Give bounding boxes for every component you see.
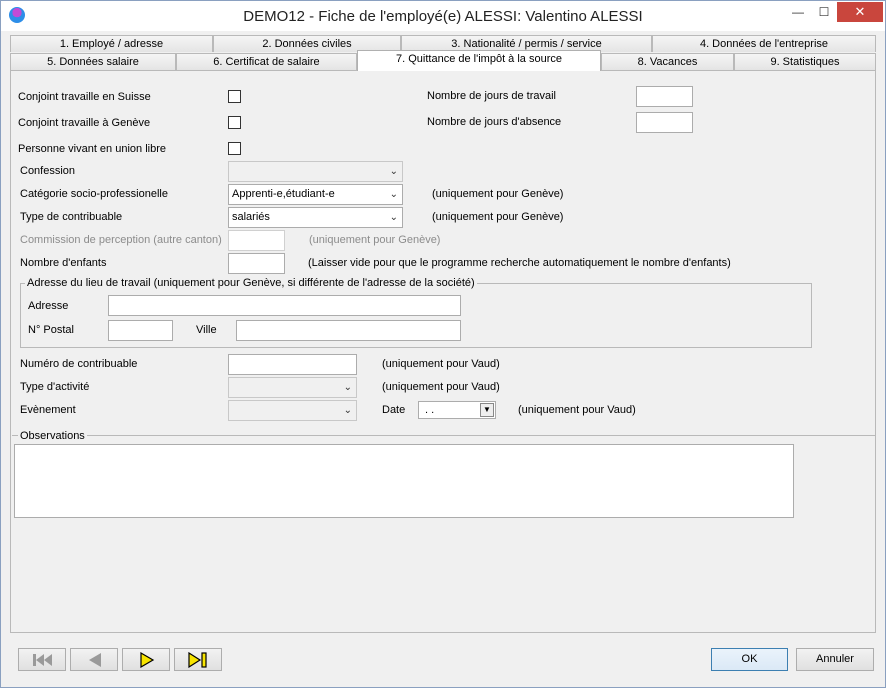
jours-travail-label: Nombre de jours de travail [427, 90, 557, 102]
type-activite-label: Type d'activité [20, 381, 90, 393]
previous-record-icon [89, 653, 101, 667]
observations-label: Observations [18, 430, 87, 442]
type-activite-note: (uniquement pour Vaud) [382, 381, 500, 393]
union-libre-label: Personne vivant en union libre [18, 143, 166, 155]
observations-textarea[interactable] [14, 444, 794, 518]
next-record-icon [140, 652, 155, 668]
application-window: DEMO12 - Fiche de l'employé(e) ALESSI: V… [0, 0, 886, 688]
numero-contribuable-label: Numéro de contribuable [20, 358, 138, 370]
chevron-down-icon: ⌄ [389, 212, 398, 223]
numero-contribuable-note: (uniquement pour Vaud) [382, 358, 500, 370]
nombre-enfants-note: (Laisser vide pour que le programme rech… [308, 257, 731, 269]
date-label: Date [382, 404, 406, 416]
conjoint-geneve-label: Conjoint travaille à Genève [18, 117, 151, 129]
tab-quittance-impot[interactable]: 7. Quittance de l'impôt à la source [357, 50, 601, 71]
conjoint-suisse-label: Conjoint travaille en Suisse [18, 91, 151, 103]
commission-input[interactable] [228, 230, 285, 251]
chevron-down-icon: ⌄ [343, 382, 352, 393]
first-record-button[interactable] [18, 648, 66, 671]
cancel-button[interactable]: Annuler [796, 648, 874, 671]
type-contribuable-label: Type de contribuable [20, 211, 123, 223]
union-libre-checkbox[interactable] [228, 142, 241, 155]
calendar-dropdown-icon[interactable]: ▼ [480, 403, 494, 417]
postal-label: N° Postal [28, 324, 74, 336]
conjoint-geneve-checkbox[interactable] [228, 116, 241, 129]
date-note: (uniquement pour Vaud) [518, 404, 636, 416]
type-contribuable-select[interactable]: salariés ⌄ [228, 207, 403, 228]
chevron-down-icon: ⌄ [389, 189, 398, 200]
chevron-down-icon: ⌄ [389, 166, 398, 177]
categorie-note: (uniquement pour Genève) [432, 188, 564, 200]
evenement-label: Evènement [20, 404, 76, 416]
tab-employe-adresse[interactable]: 1. Employé / adresse [10, 35, 213, 52]
adresse-travail-title: Adresse du lieu de travail (uniquement p… [25, 277, 477, 289]
confession-label: Confession [20, 165, 76, 177]
next-record-button[interactable] [122, 648, 170, 671]
type-activite-select[interactable]: ⌄ [228, 377, 357, 398]
postal-input[interactable] [108, 320, 173, 341]
jours-absence-label: Nombre de jours d'absence [427, 116, 562, 128]
adresse-label: Adresse [28, 300, 69, 312]
type-contribuable-value: salariés [232, 211, 270, 223]
numero-contribuable-input[interactable] [228, 354, 357, 375]
tab-donnees-entreprise[interactable]: 4. Données de l'entreprise [652, 35, 876, 52]
jours-absence-input[interactable] [636, 112, 693, 133]
tab-vacances[interactable]: 8. Vacances [601, 53, 734, 70]
commission-label: Commission de perception (autre canton) [20, 234, 222, 246]
confession-select[interactable]: ⌄ [228, 161, 403, 182]
tab-statistiques[interactable]: 9. Statistiques [734, 53, 876, 70]
ok-button[interactable]: OK [711, 648, 788, 671]
categorie-select[interactable]: Apprenti-e,étudiant-e ⌄ [228, 184, 403, 205]
last-record-button[interactable] [174, 648, 222, 671]
evenement-select[interactable]: ⌄ [228, 400, 357, 421]
ville-input[interactable] [236, 320, 461, 341]
maximize-button[interactable]: ☐ [809, 1, 839, 23]
window-title: DEMO12 - Fiche de l'employé(e) ALESSI: V… [243, 8, 643, 25]
ville-label: Ville [196, 324, 217, 336]
categorie-label: Catégorie socio-professionelle [20, 188, 168, 200]
nombre-enfants-label: Nombre d'enfants [20, 257, 107, 269]
nombre-enfants-input[interactable] [228, 253, 285, 274]
tab-certificat-salaire[interactable]: 6. Certificat de salaire [176, 53, 357, 70]
adresse-input[interactable] [108, 295, 461, 316]
date-input[interactable]: . . ▼ [418, 401, 496, 419]
type-contribuable-note: (uniquement pour Genève) [432, 211, 564, 223]
categorie-value: Apprenti-e,étudiant-e [232, 188, 335, 200]
title-bar: DEMO12 - Fiche de l'employé(e) ALESSI: V… [1, 1, 885, 31]
date-value: . . [425, 404, 435, 416]
close-button[interactable]: ✕ [837, 2, 883, 22]
jours-travail-input[interactable] [636, 86, 693, 107]
tab-donnees-salaire[interactable]: 5. Données salaire [10, 53, 176, 70]
previous-record-button[interactable] [70, 648, 118, 671]
commission-note: (uniquement pour Genève) [309, 234, 441, 246]
chevron-down-icon: ⌄ [343, 405, 352, 416]
first-record-icon [33, 654, 52, 666]
last-record-icon [188, 652, 207, 668]
conjoint-suisse-checkbox[interactable] [228, 90, 241, 103]
